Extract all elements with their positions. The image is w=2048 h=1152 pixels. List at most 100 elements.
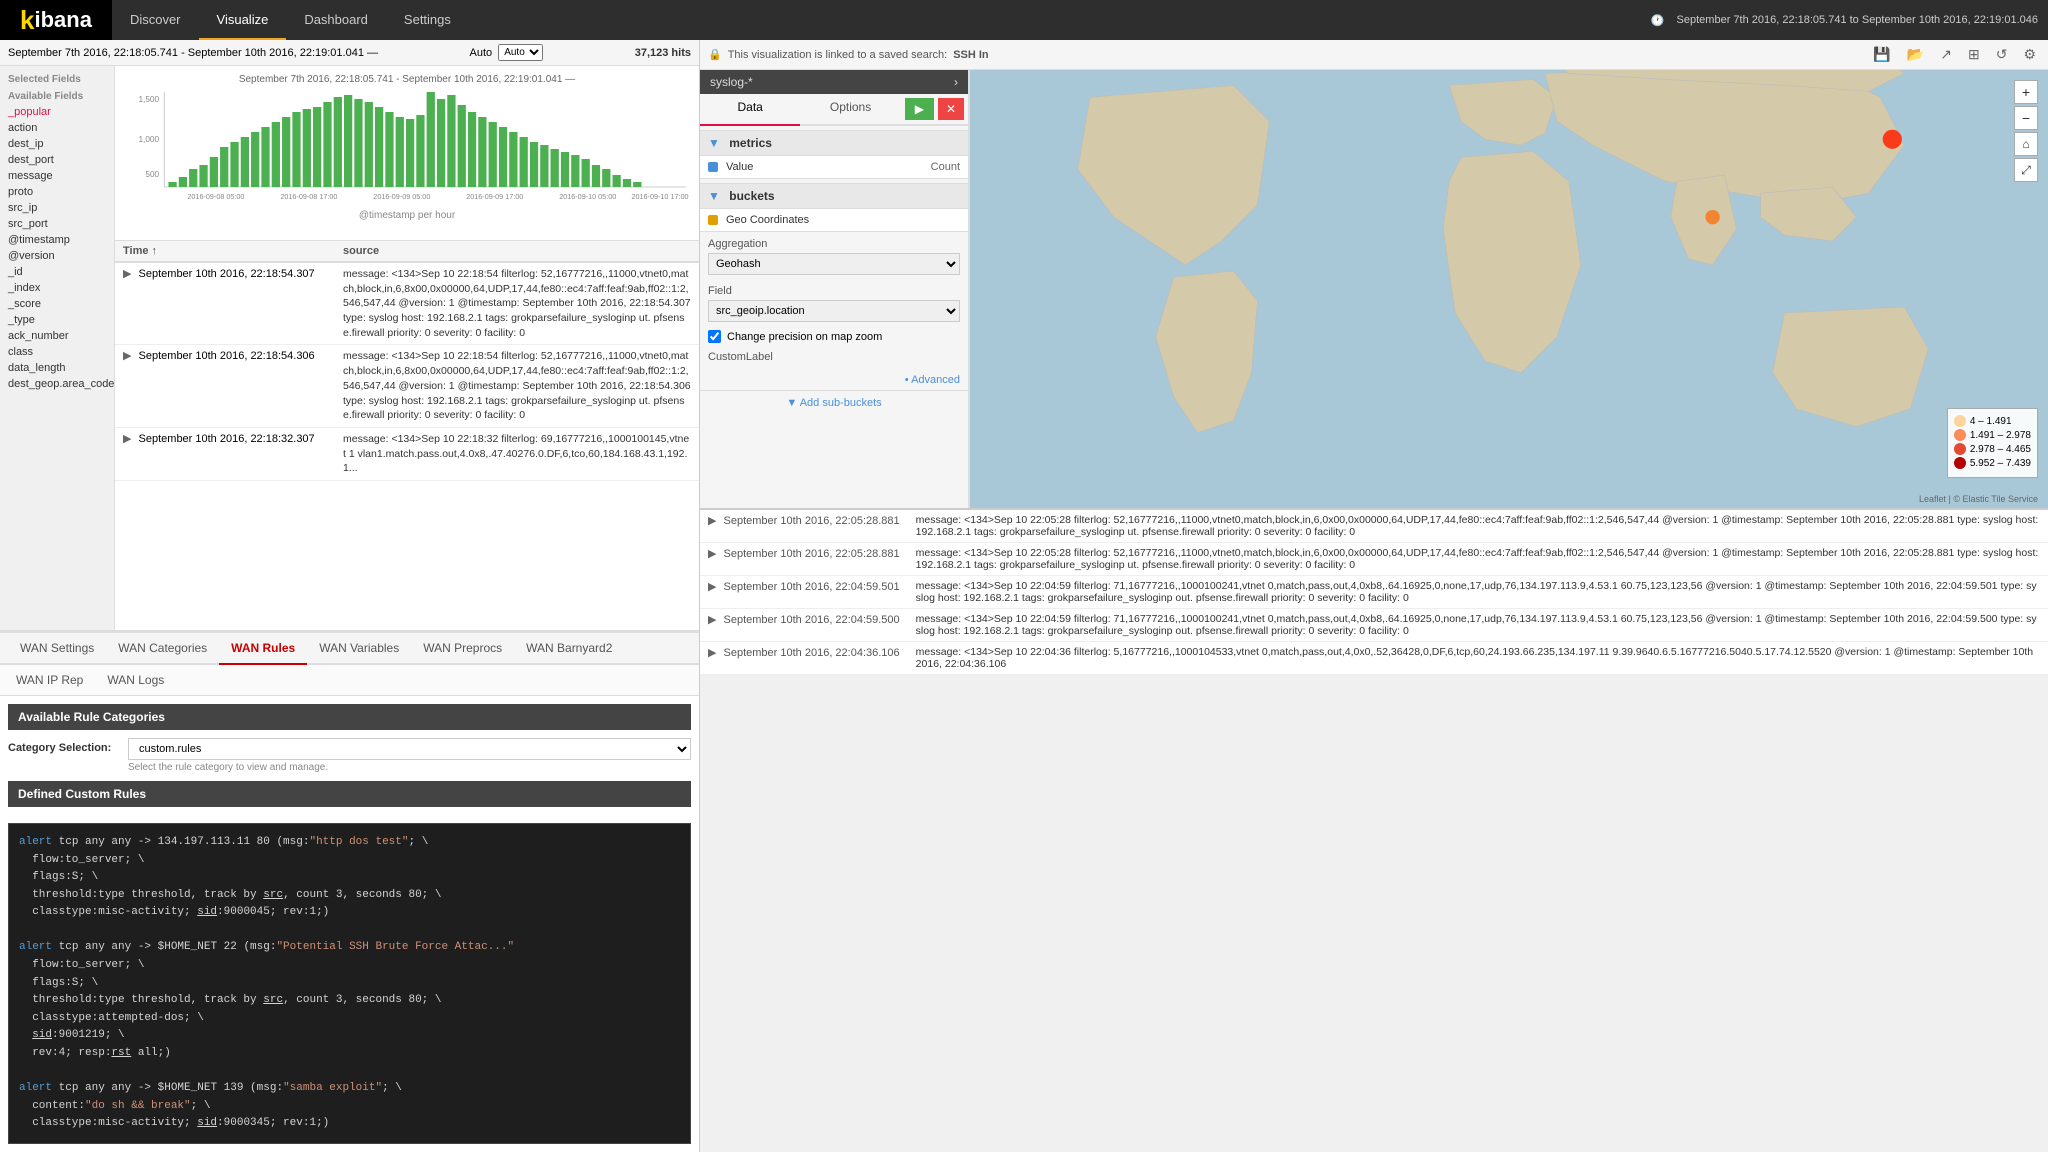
buckets-section-title: ▼ buckets <box>700 183 968 209</box>
viz-saved-search-name: SSH In <box>953 49 988 61</box>
right-expand-4[interactable]: ▶ <box>708 647 716 659</box>
aggregation-select[interactable]: Geohash <box>708 253 960 275</box>
wan-subtab-ip-rep[interactable]: WAN IP Rep <box>8 669 91 691</box>
run-button[interactable]: ▶ <box>905 98 934 120</box>
right-discover-row-2: ▶ September 10th 2016, 22:04:59.501 mess… <box>700 576 2048 609</box>
sidebar-field-popular[interactable]: _popular <box>0 104 114 120</box>
lock-icon: 🔒 <box>708 48 722 61</box>
sidebar-field-version[interactable]: @version <box>0 248 114 264</box>
legend-dot-0 <box>1954 415 1966 427</box>
row-source-1: message: <134>Sep 10 22:18:54 filterlog:… <box>343 350 691 421</box>
viz-embed-icon[interactable]: ⊞ <box>1964 44 1984 65</box>
add-subbuckets-btn[interactable]: ▼ Add sub-buckets <box>700 390 968 415</box>
svg-text:2016-09-08 17:00: 2016-09-08 17:00 <box>280 193 337 201</box>
code-line-16: classtype:misc-activity; sid:9000345; re… <box>19 1115 680 1133</box>
time-column-header[interactable]: Time ↑ <box>115 241 335 262</box>
wan-tab-settings[interactable]: WAN Settings <box>8 633 106 665</box>
sidebar-field-message[interactable]: message <box>0 168 114 184</box>
nav-settings[interactable]: Settings <box>386 0 469 40</box>
sidebar-field-timestamp[interactable]: @timestamp <box>0 232 114 248</box>
sidebar-field-id[interactable]: _id <box>0 264 114 280</box>
wan-subtab-logs[interactable]: WAN Logs <box>99 669 172 691</box>
geo-coord-item[interactable]: Geo Coordinates <box>700 209 968 232</box>
source-column-header[interactable]: source <box>335 241 699 262</box>
auto-select[interactable]: Auto <box>498 44 543 61</box>
buckets-label: buckets <box>729 189 774 203</box>
histogram-xlabel: @timestamp per hour <box>123 210 691 221</box>
expand-btn-1[interactable]: ▶ <box>123 350 131 362</box>
svg-text:2016-09-09 05:00: 2016-09-09 05:00 <box>373 193 430 201</box>
zoom-out-btn[interactable]: − <box>2014 106 2038 130</box>
legend-label-1: 1.491 – 2.978 <box>1970 430 2031 441</box>
code-editor[interactable]: alert tcp any any -> 134.197.113.11 80 (… <box>8 823 691 1144</box>
wan-tab-barnyard2[interactable]: WAN Barnyard2 <box>514 633 624 665</box>
sidebar-field-action[interactable]: action <box>0 120 114 136</box>
legend-item-1: 1.491 – 2.978 <box>1954 429 2031 441</box>
kibana-right: 🕐 September 7th 2016, 22:18:05.741 to Se… <box>1651 14 2048 27</box>
close-viz-button[interactable]: ✕ <box>938 98 964 120</box>
sidebar-field-score[interactable]: _score <box>0 296 114 312</box>
code-line-1: flow:to_server; \ <box>19 852 680 870</box>
sidebar-field-ack[interactable]: ack_number <box>0 328 114 344</box>
sidebar-field-data-length[interactable]: data_length <box>0 360 114 376</box>
nav-dashboard[interactable]: Dashboard <box>286 0 386 40</box>
sidebar-field-dest-geop[interactable]: dest_geop.area_code <box>0 376 114 392</box>
viz-sidebar: syslog-* › Data Options ▶ ✕ ▼ metrics <box>700 70 970 508</box>
map-legend: 4 – 1.491 1.491 – 2.978 2.978 – 4.465 5.… <box>1947 408 2038 478</box>
viz-refresh-icon[interactable]: ↺ <box>1992 44 2012 65</box>
advanced-link[interactable]: • Advanced <box>700 370 968 390</box>
precision-checkbox-row: Change precision on map zoom <box>700 326 968 347</box>
left-panel: September 7th 2016, 22:18:05.741 - Septe… <box>0 40 700 1152</box>
code-line-4: classtype:misc-activity; sid:9000045; re… <box>19 904 680 922</box>
right-expand-3[interactable]: ▶ <box>708 614 716 626</box>
row-time-1: September 10th 2016, 22:18:54.306 <box>139 350 315 362</box>
legend-dot-3 <box>1954 457 1966 469</box>
expand-btn-0[interactable]: ▶ <box>123 268 131 280</box>
fullscreen-btn[interactable]: ⤢ <box>2014 158 2038 182</box>
sidebar-field-dest-ip[interactable]: dest_ip <box>0 136 114 152</box>
home-btn[interactable]: ⌂ <box>2014 132 2038 156</box>
category-hint: Select the rule category to view and man… <box>128 762 691 773</box>
sidebar-field-type[interactable]: _type <box>0 312 114 328</box>
viz-save-icon[interactable]: 💾 <box>1869 44 1894 65</box>
code-line-3: threshold:type threshold, track by src, … <box>19 887 680 905</box>
sidebar-field-index[interactable]: _index <box>0 280 114 296</box>
expand-btn-2[interactable]: ▶ <box>123 433 131 445</box>
wan-tab-rules[interactable]: WAN Rules <box>219 633 307 665</box>
right-expand-0[interactable]: ▶ <box>708 515 716 527</box>
zoom-in-btn[interactable]: + <box>2014 80 2038 104</box>
metric-value-item[interactable]: Value Count <box>700 156 968 179</box>
viz-settings-icon[interactable]: ⚙ <box>2019 44 2040 65</box>
hits-count: 37,123 hits <box>635 47 691 59</box>
row-time-2: September 10th 2016, 22:18:32.307 <box>139 433 315 445</box>
wan-tab-categories[interactable]: WAN Categories <box>106 633 219 665</box>
wan-tab-variables[interactable]: WAN Variables <box>307 633 411 665</box>
sidebar-field-src-port[interactable]: src_port <box>0 216 114 232</box>
right-msg-0: message: <134>Sep 10 22:05:28 filterlog:… <box>908 510 2048 543</box>
metric-label: Value <box>726 161 753 173</box>
viz-tab-data[interactable]: Data <box>700 94 800 126</box>
geo-dot <box>708 215 718 225</box>
right-expand-2[interactable]: ▶ <box>708 581 716 593</box>
precision-checkbox[interactable] <box>708 330 721 343</box>
histogram-date-range: September 7th 2016, 22:18:05.741 - Septe… <box>123 74 691 85</box>
map-controls: + − ⌂ ⤢ <box>2014 80 2038 182</box>
sidebar-field-src-ip[interactable]: src_ip <box>0 200 114 216</box>
kibana-logo: kibana <box>0 0 112 40</box>
category-select[interactable]: custom.rules <box>128 738 691 760</box>
category-label: Category Selection: <box>8 738 128 754</box>
sidebar-field-dest-port[interactable]: dest_port <box>0 152 114 168</box>
right-expand-1[interactable]: ▶ <box>708 548 716 560</box>
viz-load-icon[interactable]: 📂 <box>1903 44 1928 65</box>
sidebar-field-class[interactable]: class <box>0 344 114 360</box>
viz-tab-options[interactable]: Options <box>800 94 900 126</box>
viz-saved-search-label: This visualization is linked to a saved … <box>728 49 948 61</box>
field-select[interactable]: src_geoip.location <box>708 300 960 322</box>
nav-visualize[interactable]: Visualize <box>199 0 287 40</box>
nav-discover[interactable]: Discover <box>112 0 199 40</box>
viz-share-icon[interactable]: ↗ <box>1936 44 1956 65</box>
sidebar-field-proto[interactable]: proto <box>0 184 114 200</box>
code-line-11: sid:9001219; \ <box>19 1027 680 1045</box>
code-line-5 <box>19 922 680 940</box>
wan-tab-preprocs[interactable]: WAN Preprocs <box>411 633 514 665</box>
